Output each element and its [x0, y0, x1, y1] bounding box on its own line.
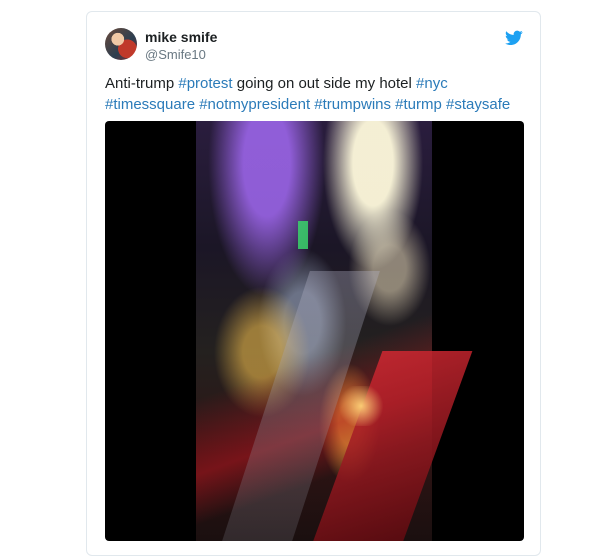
tweet-card: mike smife @Smife10 Anti-trump #protest …	[86, 11, 541, 556]
tweet-text: Anti-trump #protest going on out side my…	[105, 73, 525, 115]
video-player[interactable]	[105, 121, 524, 541]
green-sign	[298, 221, 308, 249]
hashtag-link[interactable]: #staysafe	[446, 96, 510, 113]
hashtag-link[interactable]: #turmp	[395, 96, 442, 113]
hashtag-link[interactable]: #trumpwins	[314, 96, 391, 113]
hashtag-link[interactable]: #notmypresident	[199, 96, 310, 113]
tweet-text-segment: Anti-trump	[105, 75, 179, 92]
user-handle[interactable]: @Smife10	[145, 47, 206, 62]
video-frame	[196, 121, 473, 541]
twitter-bird-icon[interactable]	[505, 30, 523, 46]
light-glow	[336, 386, 386, 426]
tweet-text-segment: going on out side my hotel	[232, 75, 417, 92]
hashtag-link[interactable]: #timessquare	[105, 96, 195, 113]
hashtag-link[interactable]: #nyc	[416, 75, 448, 92]
hashtag-link[interactable]: #protest	[178, 75, 232, 92]
user-name[interactable]: mike smife	[145, 29, 217, 45]
avatar[interactable]	[105, 28, 137, 60]
